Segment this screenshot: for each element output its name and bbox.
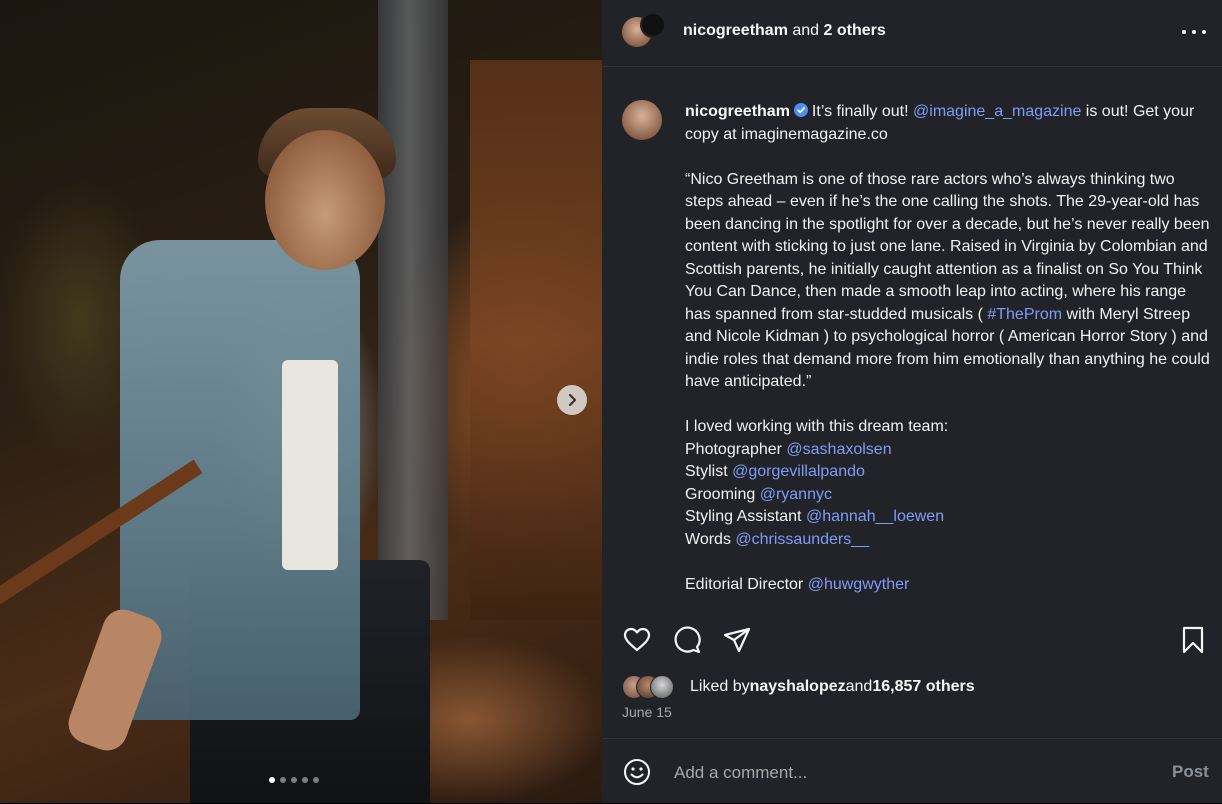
figure-shirt [282,360,338,570]
collab-avatar[interactable] [640,12,666,38]
chevron-right-icon [568,393,577,407]
credit-role: Stylist [685,463,733,480]
mention-link[interactable]: @imagine_a_magazine [913,103,1081,120]
post-header: nicogreetham and 2 others [602,0,1222,67]
credit-handle[interactable]: @gorgevillalpando [732,463,865,480]
caption-scroll-area[interactable]: nicogreetham It’s finally out! @imagine_a… [602,66,1222,606]
credit-line: Photographer @sashaxolsen [685,439,1211,462]
credit-line: Editorial Director @huwgwyther [685,574,1211,597]
likes-user[interactable]: nayshalopez [750,678,846,696]
post-date[interactable]: June 15 [622,704,672,720]
comment-icon[interactable] [672,625,702,655]
caption-intro: nicogreetham It’s finally out! @imagine_a… [685,101,1211,146]
credit-line: Stylist @gorgevillalpando [685,461,1211,484]
carousel-dot [280,777,286,783]
caption-credits: I loved working with this dream team: Ph… [685,416,1211,596]
more-icon-dot [1202,30,1206,34]
credit-role: Photographer [685,440,787,458]
header-authors: nicogreetham and 2 others [683,22,886,40]
caption-avatar[interactable] [622,100,662,140]
caption-text: nicogreetham It’s finally out! @imagine_a… [685,101,1211,596]
header-and: and [787,22,824,39]
more-icon [1182,30,1186,34]
credit-role: Words [685,530,736,548]
carousel-dot [291,777,297,783]
emoji-icon[interactable] [622,757,652,787]
background-door [470,60,602,620]
hashtag-link[interactable]: #TheProm [987,306,1062,323]
carousel-next-button[interactable] [557,385,587,415]
credit-handle[interactable]: @chrissaunders__ [735,531,869,548]
caption-username[interactable]: nicogreetham [685,103,790,120]
post-side-panel: nicogreetham and 2 others nicogreetham It… [602,0,1222,803]
likes-and: and [845,678,873,695]
credits-heading: I loved working with this dream team: [685,418,949,435]
comment-bar: Post [602,738,1222,804]
header-username[interactable]: nicogreetham [683,22,788,39]
verified-badge-icon [793,103,808,117]
post-button[interactable]: Post [1172,762,1209,782]
more-icon-dot [1192,30,1196,34]
credit-handle[interactable]: @ryannyc [760,486,832,503]
caption-intro-text: It’s finally out! [811,103,914,120]
carousel-dot [302,777,308,783]
figure-head [265,130,385,270]
credit-role: Grooming [685,485,760,503]
credit-handle[interactable]: @hannah__loewen [806,508,944,525]
header-others[interactable]: 2 others [824,22,886,39]
share-icon[interactable] [722,625,752,655]
credit-line: Grooming @ryannyc [685,484,1211,507]
liker-avatars[interactable] [622,675,686,699]
credit-role: Editorial Director [685,575,808,593]
credit-handle[interactable]: @sashaxolsen [786,441,891,458]
action-bar [602,615,1222,663]
likes-count[interactable]: 16,857 others [872,678,974,696]
caption-quote-text: “Nico Greetham is one of those rare acto… [685,170,1210,323]
heart-icon[interactable] [622,625,652,655]
credit-handle[interactable]: @huwgwyther [808,576,910,593]
credit-line: Styling Assistant @hannah__loewen [685,506,1211,529]
liker-avatar [650,675,674,699]
credit-line: Words @chrissaunders__ [685,529,1211,552]
post-viewer: nicogreetham and 2 others nicogreetham It… [0,0,1222,803]
likes-summary: Liked by nayshalopez and 16,857 others [622,675,975,699]
bookmark-icon[interactable] [1178,625,1208,655]
carousel-dot [269,777,275,783]
likes-prefix: Liked by [690,678,750,695]
carousel-dot [313,777,319,783]
background-pillar [378,0,448,620]
credit-role: Styling Assistant [685,508,806,525]
more-options-button[interactable] [1182,22,1206,42]
comment-input[interactable] [672,757,1146,789]
post-image[interactable] [0,0,602,803]
caption-quote: “Nico Greetham is one of those rare acto… [685,169,1211,394]
carousel-indicator [269,777,319,783]
